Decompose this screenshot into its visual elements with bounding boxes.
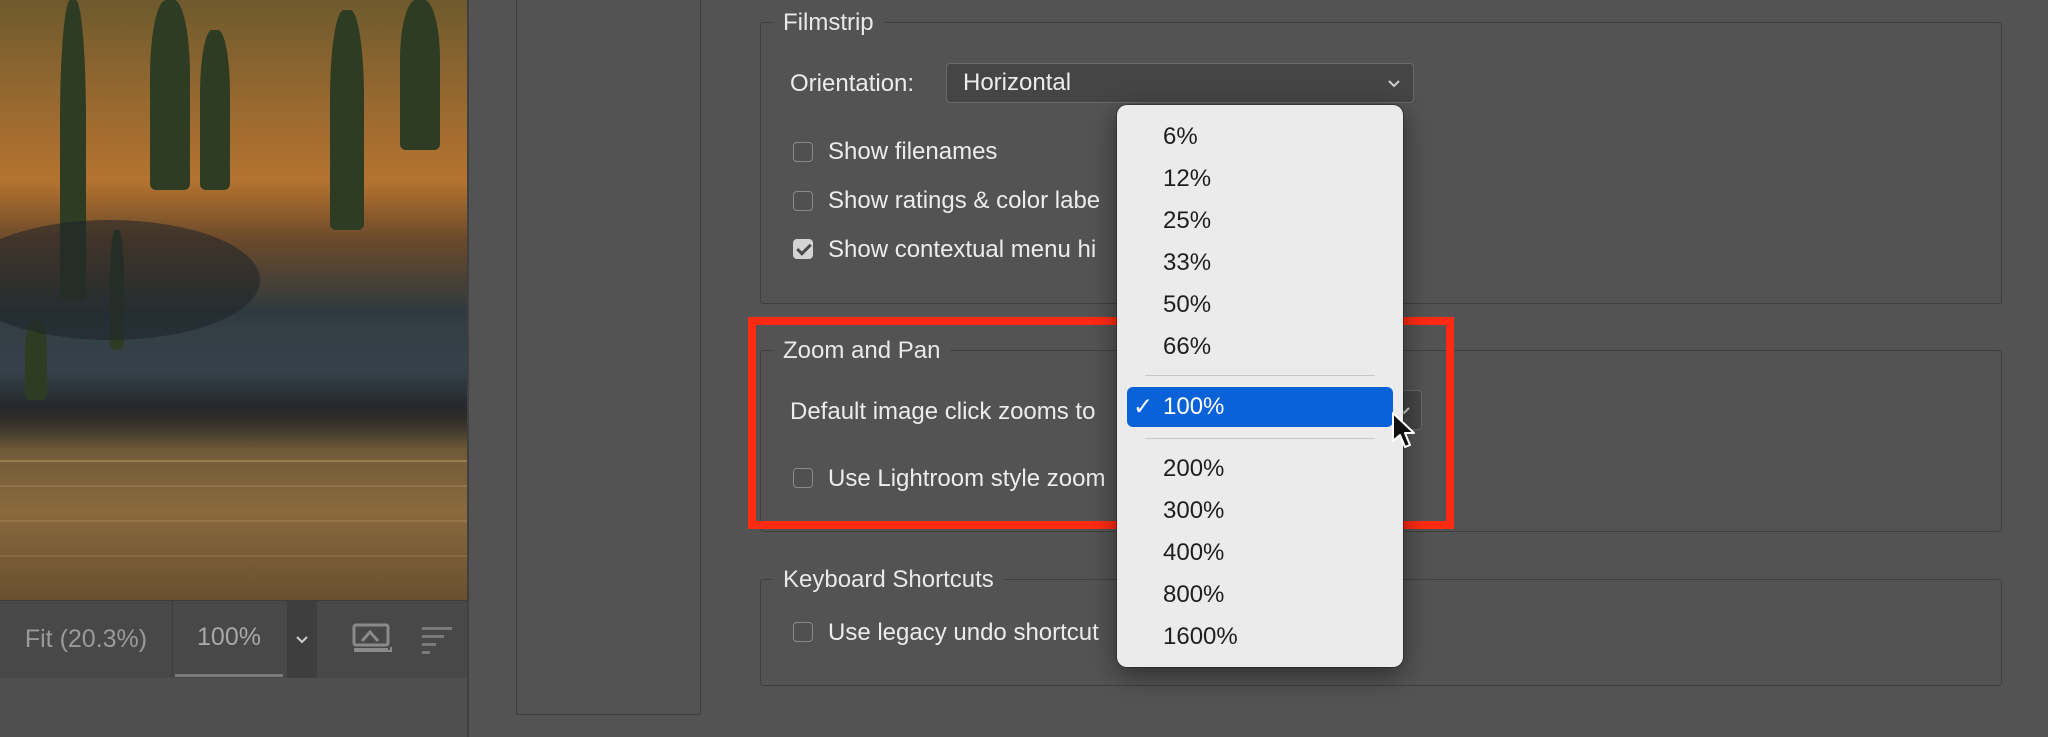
zoom-level-menu: 6% 12% 25% 33% 50% 66% ✓ 100% 200% 300% … xyxy=(1117,105,1403,667)
sort-lines-icon[interactable] xyxy=(420,625,456,655)
photo-preview xyxy=(0,0,467,600)
filmstrip-title: Filmstrip xyxy=(773,9,884,37)
fit-zoom-button[interactable]: Fit (20.3%) xyxy=(0,601,173,678)
orientation-select[interactable]: Horizontal xyxy=(946,63,1414,103)
keyboard-shortcuts-title: Keyboard Shortcuts xyxy=(773,566,1004,594)
chevron-down-icon xyxy=(1388,80,1400,88)
show-filenames-label: Show filenames xyxy=(828,138,998,165)
zoom-toolbar: Fit (20.3%) 100% xyxy=(0,600,467,679)
menu-separator xyxy=(1145,438,1375,439)
menu-item-12[interactable]: 12% xyxy=(1117,159,1403,199)
show-ratings-label: Show ratings & color labe xyxy=(828,187,1101,214)
menu-item-200[interactable]: 200% xyxy=(1117,449,1403,489)
panel-divider xyxy=(467,0,469,737)
legacy-undo-checkbox[interactable] xyxy=(793,622,813,642)
orientation-label: Orientation: xyxy=(790,70,915,97)
show-contextual-menu-checkbox[interactable] xyxy=(793,239,813,259)
menu-item-100-selected[interactable]: ✓ 100% xyxy=(1127,387,1393,427)
show-ratings-checkbox[interactable] xyxy=(793,191,813,211)
status-area xyxy=(0,678,467,737)
mouse-cursor-icon xyxy=(1392,412,1415,448)
checkmark-icon: ✓ xyxy=(1133,393,1154,421)
legacy-undo-label: Use legacy undo shortcut xyxy=(828,619,1099,646)
zoom-dropdown-button[interactable] xyxy=(287,601,317,678)
menu-separator xyxy=(1145,375,1375,376)
menu-item-25[interactable]: 25% xyxy=(1117,201,1403,241)
preferences-sidebar xyxy=(516,0,701,715)
chevron-down-icon xyxy=(296,635,308,643)
zoom-percent-field[interactable]: 100% xyxy=(175,601,283,677)
menu-item-6[interactable]: 6% xyxy=(1117,117,1403,157)
show-filenames-checkbox[interactable] xyxy=(793,142,813,162)
menu-item-50[interactable]: 50% xyxy=(1117,285,1403,325)
menu-item-66[interactable]: 66% xyxy=(1117,327,1403,367)
show-contextual-menu-label: Show contextual menu hi xyxy=(828,236,1097,263)
menu-item-1600[interactable]: 1600% xyxy=(1117,617,1403,657)
menu-item-800[interactable]: 800% xyxy=(1117,575,1403,615)
menu-item-33[interactable]: 33% xyxy=(1117,243,1403,283)
menu-item-400[interactable]: 400% xyxy=(1117,533,1403,573)
overlay-toggle-icon[interactable] xyxy=(352,623,392,655)
menu-item-300[interactable]: 300% xyxy=(1117,491,1403,531)
orientation-value: Horizontal xyxy=(963,69,1072,96)
